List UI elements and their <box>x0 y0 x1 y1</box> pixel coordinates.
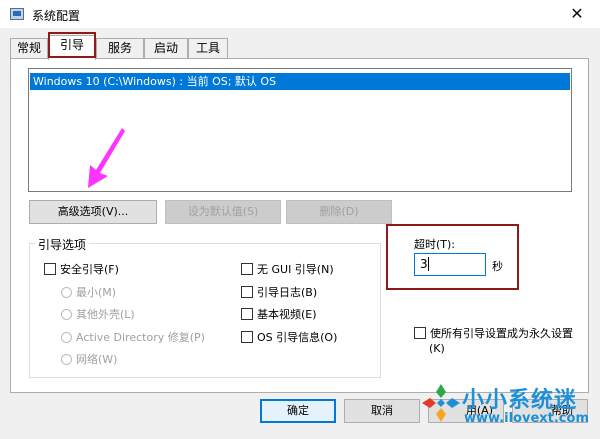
window-title: 系统配置 <box>32 9 81 23</box>
tab-services[interactable]: 服务 <box>96 38 144 59</box>
os-boot-info-checkbox[interactable]: OS 引导信息(O) <box>241 330 337 346</box>
network-label: 网络(W) <box>76 353 118 366</box>
boot-tab-highlight-box <box>48 32 96 58</box>
radio-circle[interactable] <box>61 332 72 343</box>
tab-general[interactable]: 常规 <box>10 38 48 59</box>
tab-tools[interactable]: 工具 <box>188 38 228 59</box>
site-watermark: 小小系统迷 www.ilovext.com <box>400 378 600 439</box>
make-permanent-label: 使所有引导设置成为永久设置 <box>430 327 573 340</box>
safe-boot-label: 安全引导(F) <box>60 263 119 276</box>
base-video-checkbox[interactable]: 基本视频(E) <box>241 307 317 323</box>
make-permanent-hotkey: (K) <box>429 342 445 355</box>
checkbox-box[interactable] <box>414 327 426 339</box>
os-boot-info-label: OS 引导信息(O) <box>257 331 338 344</box>
msconfig-app-icon <box>10 8 24 20</box>
boot-options-title: 引导选项 <box>35 236 90 253</box>
delete-button[interactable]: 删除(D) <box>286 200 392 224</box>
checkbox-box[interactable] <box>241 263 253 275</box>
close-button[interactable]: ✕ <box>554 0 600 28</box>
watermark-url: www.ilovext.com <box>464 411 589 426</box>
no-gui-boot-label: 无 GUI 引导(N) <box>257 263 334 276</box>
title-bar: 系统配置 ✕ <box>0 0 600 28</box>
alternate-shell-radio[interactable]: 其他外壳(L) <box>61 307 135 323</box>
minimal-radio[interactable]: 最小(M) <box>61 285 116 301</box>
timeout-value: 3 <box>420 257 428 271</box>
ad-repair-radio[interactable]: Active Directory 修复(P) <box>61 330 205 346</box>
minimal-label: 最小(M) <box>76 286 117 299</box>
system-config-window: 系统配置 ✕ 常规 引导 服务 启动 工具 Windows 10 (C:\Win… <box>0 0 600 439</box>
network-radio[interactable]: 网络(W) <box>61 352 117 368</box>
ad-repair-label: Active Directory 修复(P) <box>76 331 205 344</box>
tab-startup[interactable]: 启动 <box>144 38 188 59</box>
text-caret <box>427 257 429 271</box>
radio-circle[interactable] <box>61 309 72 320</box>
checkbox-box[interactable] <box>241 308 253 320</box>
boot-log-label: 引导日志(B) <box>257 286 318 299</box>
safe-boot-checkbox[interactable]: 安全引导(F) <box>44 262 119 278</box>
checkbox-box[interactable] <box>44 263 56 275</box>
checkbox-box[interactable] <box>241 286 253 298</box>
boot-log-checkbox[interactable]: 引导日志(B) <box>241 285 317 301</box>
alternate-shell-label: 其他外壳(L) <box>76 308 135 321</box>
make-permanent-checkbox[interactable]: 使所有引导设置成为永久设置 <box>414 326 573 342</box>
timeout-input[interactable]: 3 <box>414 253 486 276</box>
timeout-label: 超时(T): <box>414 238 456 251</box>
base-video-label: 基本视频(E) <box>257 308 317 321</box>
os-list-item[interactable]: Windows 10 (C:\Windows) : 当前 OS; 默认 OS <box>30 73 570 90</box>
ok-button[interactable]: 确定 <box>260 399 336 423</box>
watermark-name: 小小系统迷 <box>462 388 578 413</box>
radio-circle[interactable] <box>61 287 72 298</box>
no-gui-boot-checkbox[interactable]: 无 GUI 引导(N) <box>241 262 334 278</box>
set-default-button[interactable]: 设为默认值(S) <box>165 200 281 224</box>
watermark-logo-icon <box>422 384 460 422</box>
advanced-options-button[interactable]: 高级选项(V)... <box>29 200 157 224</box>
timeout-unit: 秒 <box>492 260 503 273</box>
checkbox-box[interactable] <box>241 331 253 343</box>
pointer-arrow-icon <box>88 128 125 188</box>
radio-circle[interactable] <box>61 354 72 365</box>
